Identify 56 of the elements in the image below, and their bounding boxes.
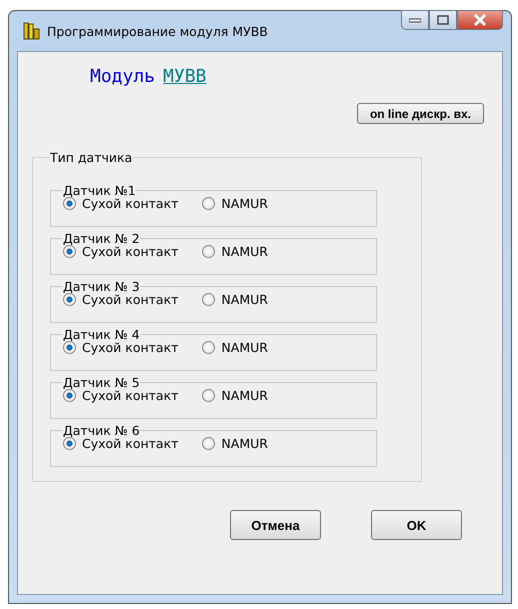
sensor-title: Датчик № 6 — [63, 423, 140, 438]
dialog-button[interactable]: OK — [371, 510, 462, 540]
option-label: NAMUR — [221, 340, 268, 355]
sensor-title: Датчик № 4 — [63, 327, 140, 342]
option-label: NAMUR — [221, 436, 268, 451]
radio-button[interactable] — [202, 245, 216, 258]
radio-button[interactable] — [63, 245, 76, 258]
option-label: Сухой контакт — [82, 340, 178, 355]
radio-option[interactable]: Сухой контакт — [63, 244, 178, 259]
radio-button[interactable] — [63, 437, 76, 450]
radio-option[interactable]: NAMUR — [202, 340, 268, 355]
radio-button[interactable] — [63, 389, 76, 402]
radio-button[interactable] — [202, 197, 216, 210]
group-title: Тип датчика — [50, 150, 132, 165]
window-title: Программирование модуля МУВВ — [47, 24, 269, 38]
close-icon — [473, 14, 487, 26]
module-link[interactable]: МУВВ — [163, 66, 206, 87]
radio-option[interactable]: NAMUR — [202, 388, 268, 403]
option-label: Сухой контакт — [82, 292, 178, 307]
radio-option[interactable]: NAMUR — [202, 292, 268, 307]
radio-option[interactable]: Сухой контакт — [63, 388, 178, 403]
option-label: Сухой контакт — [82, 196, 178, 211]
minimize-icon — [409, 17, 421, 23]
radio-option[interactable]: NAMUR — [202, 196, 268, 211]
radio-option[interactable]: NAMUR — [202, 244, 268, 259]
radio-button[interactable] — [63, 197, 76, 210]
option-label: NAMUR — [221, 388, 268, 403]
close-button[interactable] — [457, 10, 503, 30]
sensor-title: Датчик №1 — [63, 183, 136, 198]
radio-option[interactable]: Сухой контакт — [63, 436, 178, 451]
books-icon — [23, 21, 41, 41]
radio-option[interactable]: Сухой контакт — [63, 196, 178, 211]
option-label: Сухой контакт — [82, 436, 178, 451]
option-label: NAMUR — [221, 244, 268, 259]
option-label: NAMUR — [221, 292, 268, 307]
radio-button[interactable] — [202, 293, 216, 306]
radio-button[interactable] — [63, 341, 76, 354]
maximize-icon — [437, 15, 449, 25]
sensor-title: Датчик № 3 — [63, 279, 140, 294]
radio-button[interactable] — [202, 341, 216, 354]
option-label: NAMUR — [221, 196, 268, 211]
online-inputs-button[interactable]: on line дискр. вх. — [356, 103, 484, 124]
radio-option[interactable]: NAMUR — [202, 436, 268, 451]
radio-button[interactable] — [202, 389, 216, 402]
option-label: Сухой контакт — [82, 388, 178, 403]
minimize-button[interactable] — [401, 10, 429, 30]
sensor-title: Датчик № 2 — [63, 231, 140, 246]
module-label: Модуль — [90, 66, 156, 87]
maximize-button[interactable] — [429, 10, 457, 30]
dialog-button[interactable]: Отмена — [230, 510, 321, 540]
radio-button[interactable] — [63, 293, 76, 306]
option-label: Сухой контакт — [82, 244, 178, 259]
radio-option[interactable]: Сухой контакт — [63, 340, 178, 355]
radio-button[interactable] — [202, 437, 216, 450]
radio-option[interactable]: Сухой контакт — [63, 292, 178, 307]
sensor-title: Датчик № 5 — [63, 375, 140, 390]
